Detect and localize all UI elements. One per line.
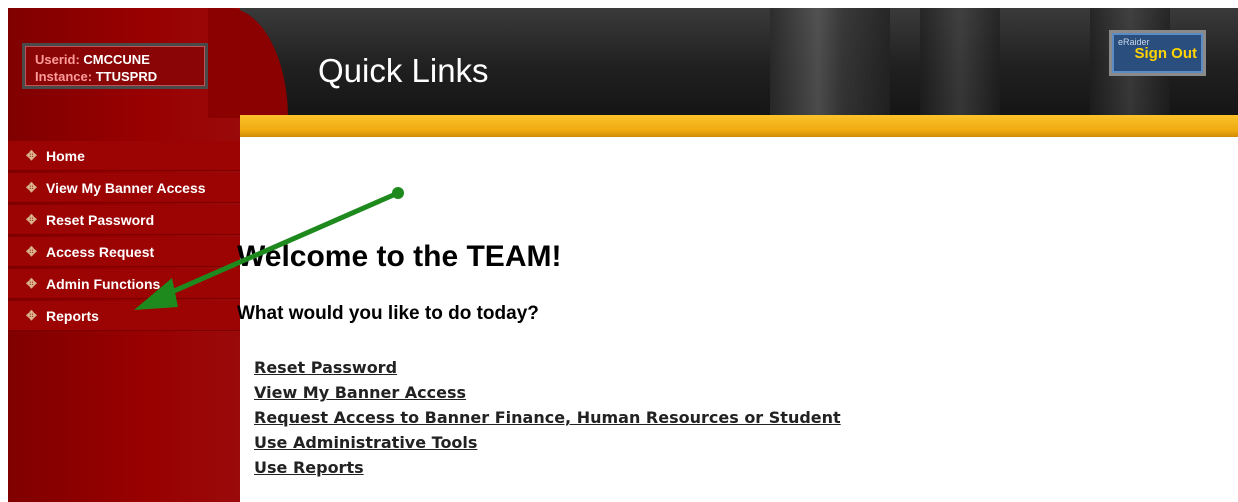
quick-links-list: Reset Password View My Banner Access Req… [254,355,841,480]
user-info-box: Userid: CMCCUNE Instance: TTUSPRD [22,43,208,89]
sidebar-item-label: Reset Password [46,211,155,228]
page-title: Quick Links [318,52,489,89]
instance-value: TTUSPRD [95,69,158,84]
sidebar-item-label: Access Request [46,243,155,260]
link-use-administrative-tools[interactable]: Use Administrative Tools [254,430,841,455]
sidebar-item-view-my-banner-access[interactable]: ✥ View My Banner Access [8,173,240,203]
diamond-bullet-icon: ✥ [26,179,37,195]
header-column-decoration [770,8,890,115]
sidebar-item-label: Admin Functions [46,275,161,292]
sidebar-item-label: View My Banner Access [46,179,206,196]
diamond-bullet-icon: ✥ [26,211,37,227]
sidebar-item-label: Home [46,147,85,164]
sign-out-label: Sign Out [1134,45,1198,62]
diamond-bullet-icon: ✥ [26,243,37,259]
link-use-reports[interactable]: Use Reports [254,455,841,480]
sidebar-item-access-request[interactable]: ✥ Access Request [8,237,240,267]
sidebar-item-label: Reports [46,307,99,324]
sidebar-item-reset-password[interactable]: ✥ Reset Password [8,205,240,235]
userid-label: Userid: [35,52,80,67]
gold-divider-bar [240,115,1238,137]
sidebar-nav: ✥ Home ✥ View My Banner Access ✥ Reset P… [8,141,240,333]
diamond-bullet-icon: ✥ [26,275,37,291]
diamond-bullet-icon: ✥ [26,147,37,163]
sidebar-item-reports[interactable]: ✥ Reports [8,301,240,331]
welcome-heading: Welcome to the TEAM! [237,240,562,273]
link-view-my-banner-access[interactable]: View My Banner Access [254,380,841,405]
instance-label: Instance: [35,69,93,84]
link-reset-password[interactable]: Reset Password [254,355,841,380]
sidebar-item-admin-functions[interactable]: ✥ Admin Functions [8,269,240,299]
link-request-access[interactable]: Request Access to Banner Finance, Human … [254,405,841,430]
header-column-decoration [920,8,1000,115]
question-text: What would you like to do today? [237,303,539,324]
userid-value: CMCCUNE [83,52,150,67]
diamond-bullet-icon: ✥ [26,307,37,323]
sidebar-item-home[interactable]: ✥ Home [8,141,240,171]
sign-out-button[interactable]: eRaider Sign Out [1109,30,1206,76]
